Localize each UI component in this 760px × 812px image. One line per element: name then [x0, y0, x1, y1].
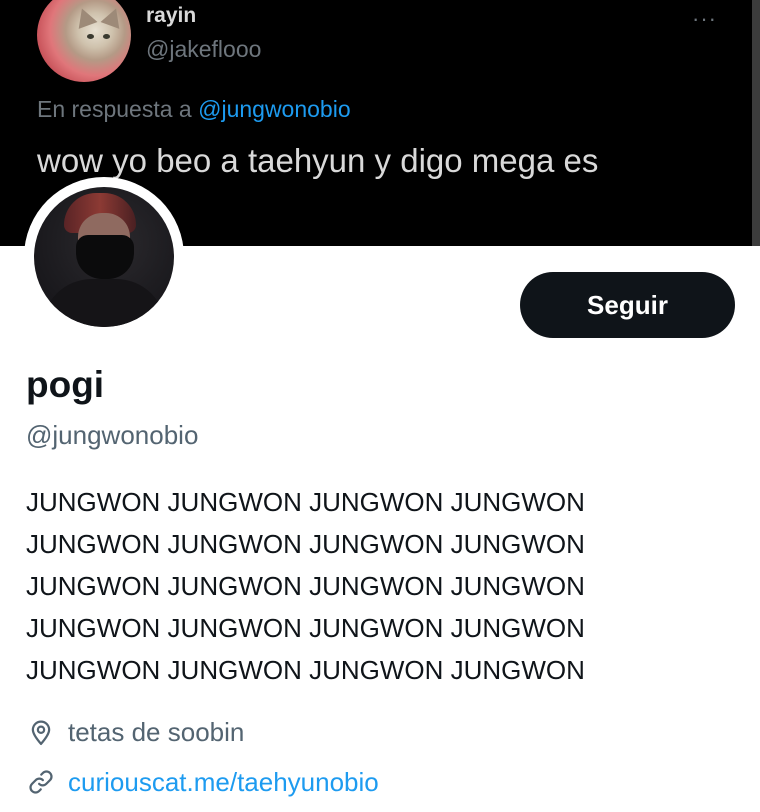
display-name: pogi [26, 364, 105, 405]
bio-line: JUNGWON JUNGWON JUNGWON JUNGWON [26, 529, 585, 559]
username: @jungwonobio [26, 420, 199, 450]
tweet-author-avatar [37, 0, 131, 82]
bio-line: JUNGWON JUNGWON JUNGWON JUNGWON [26, 487, 585, 517]
profile-page: rayin @jakeflooo ··· En respuesta a @jun… [0, 0, 760, 812]
website-link[interactable]: curiouscat.me/taehyunobio [68, 767, 379, 798]
profile-avatar[interactable] [34, 187, 174, 327]
banner-edge [752, 0, 760, 246]
bio-line: JUNGWON JUNGWON JUNGWON JUNGWON [26, 655, 585, 685]
location-pin-icon [26, 717, 56, 747]
bio-line: JUNGWON JUNGWON JUNGWON JUNGWON [26, 571, 585, 601]
more-options-icon: ··· [692, 6, 717, 31]
reply-prefix: En respuesta a [37, 96, 192, 122]
profile-location: tetas de soobin [26, 715, 244, 749]
follow-button[interactable]: Seguir [520, 272, 735, 338]
bio-line: JUNGWON JUNGWON JUNGWON JUNGWON [26, 613, 585, 643]
profile-bio: JUNGWON JUNGWON JUNGWON JUNGWON JUNGWON … [26, 481, 726, 691]
profile-website[interactable]: curiouscat.me/taehyunobio [26, 765, 379, 799]
tweet-text: wow yo beo a taehyun y digo mega es [37, 142, 599, 179]
reply-mention: @jungwonobio [198, 96, 351, 122]
tweet-author-handle: @jakeflooo [146, 36, 262, 62]
location-text: tetas de soobin [68, 716, 245, 747]
link-icon [26, 767, 56, 797]
tweet-reply-context: En respuesta a @jungwonobio [37, 96, 351, 123]
tweet-author-name: rayin [146, 4, 197, 27]
